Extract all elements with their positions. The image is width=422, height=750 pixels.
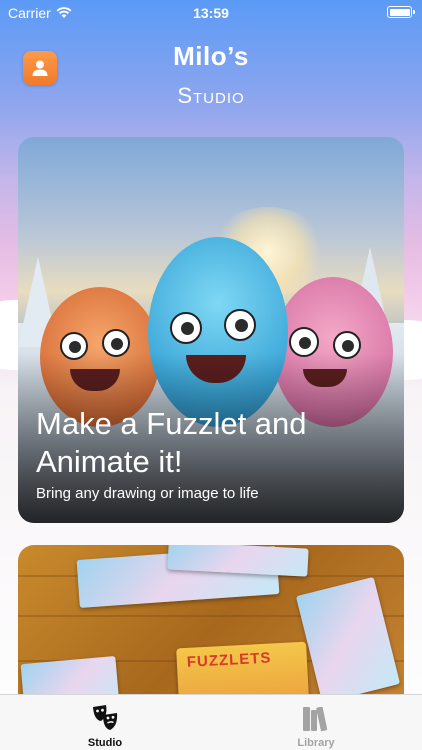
card-title: Make a Fuzzlet and Animate it! xyxy=(36,406,307,479)
theater-masks-icon xyxy=(93,705,118,730)
tab-library[interactable]: Library xyxy=(266,701,366,749)
puzzle-card[interactable]: FUZZLETS xyxy=(18,545,404,715)
tab-studio[interactable]: Studio xyxy=(55,701,155,749)
status-bar: Carrier 13:59 xyxy=(0,0,422,26)
tab-studio-label: Studio xyxy=(87,737,123,749)
box-label: FUZZLETS xyxy=(186,649,272,671)
app-subtitle: Studio xyxy=(177,83,245,108)
app-title: Milo’s xyxy=(173,41,249,71)
make-fuzzlet-card[interactable]: Make a Fuzzlet and Animate it! Bring any… xyxy=(18,137,404,523)
books-icon xyxy=(303,706,328,732)
status-time: 13:59 xyxy=(193,5,229,21)
tab-bar: Studio Library xyxy=(0,694,422,750)
battery-icon xyxy=(387,6,415,18)
tab-library-label: Library xyxy=(297,737,335,749)
card-subtitle: Bring any drawing or image to life xyxy=(36,485,259,502)
